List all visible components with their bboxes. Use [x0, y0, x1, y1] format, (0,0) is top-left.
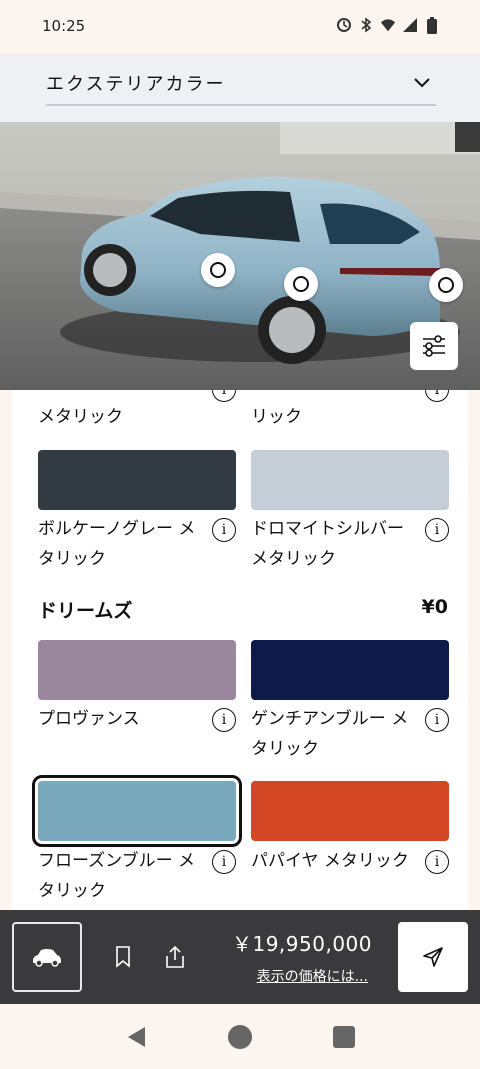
- color-name-partial: リック: [251, 407, 302, 427]
- car-preview-image: [0, 122, 480, 390]
- signal-icon: [402, 16, 418, 34]
- color-name: ドロマイトシルバー メタリック: [251, 519, 404, 569]
- bottom-action-bar: ￥19,950,000 表示の価格には...: [0, 910, 480, 1004]
- sync-icon: [336, 16, 352, 34]
- color-name: パパイヤ メタリック: [251, 851, 409, 871]
- bookmark-button[interactable]: [110, 944, 136, 970]
- info-icon[interactable]: i: [425, 518, 449, 542]
- section-dropdown[interactable]: エクステリアカラー: [46, 66, 436, 106]
- send-button[interactable]: [398, 922, 468, 992]
- car-icon: [33, 949, 61, 967]
- info-icon[interactable]: i: [212, 390, 236, 402]
- sliders-icon: [423, 335, 445, 357]
- status-bar: 10:25: [0, 0, 480, 54]
- color-name: プロヴァンス: [38, 709, 140, 729]
- color-swatch-dolomite-silver[interactable]: [251, 450, 449, 510]
- bluetooth-icon: [358, 16, 374, 34]
- send-icon: [423, 947, 443, 967]
- home-icon[interactable]: [227, 1024, 253, 1050]
- color-swatch-volcano-grey[interactable]: [38, 450, 236, 510]
- hotspot-wheel[interactable]: [284, 267, 318, 301]
- info-icon[interactable]: i: [212, 708, 236, 732]
- color-name: ゲンチアンブルー メタリック: [251, 709, 409, 759]
- dropdown-label: エクステリアカラー: [46, 74, 226, 95]
- hotspot-door[interactable]: [201, 253, 235, 287]
- total-price: ￥19,950,000: [231, 932, 372, 956]
- section-header: エクステリアカラー: [0, 54, 480, 122]
- chevron-down-icon: [414, 78, 430, 88]
- recents-icon[interactable]: [331, 1024, 357, 1050]
- color-name: フローズンブルー メタリック: [38, 851, 196, 901]
- car-view-button[interactable]: [12, 922, 82, 992]
- color-name: ボルケーノグレー メタリック: [38, 519, 196, 569]
- color-swatch-frozen-blue[interactable]: [32, 775, 242, 847]
- system-nav-bar: [0, 1004, 480, 1069]
- info-icon[interactable]: i: [425, 708, 449, 732]
- color-swatch-provence[interactable]: [38, 640, 236, 700]
- wifi-icon: [380, 16, 396, 34]
- info-icon[interactable]: i: [425, 850, 449, 874]
- filter-button[interactable]: [410, 322, 458, 370]
- bookmark-icon: [116, 946, 130, 968]
- back-icon[interactable]: [124, 1024, 150, 1050]
- section-price: ¥0: [421, 596, 448, 618]
- share-icon: [166, 945, 184, 968]
- info-icon[interactable]: i: [425, 390, 449, 402]
- status-time: 10:25: [42, 17, 86, 35]
- price-note-link[interactable]: 表示の価格には...: [257, 966, 368, 986]
- color-swatch-papaya[interactable]: [251, 781, 449, 841]
- color-name-partial: メタリック: [38, 407, 123, 427]
- hotspot-rear[interactable]: [429, 268, 463, 302]
- info-icon[interactable]: i: [212, 850, 236, 874]
- battery-icon: [424, 16, 440, 34]
- info-icon[interactable]: i: [212, 518, 236, 542]
- color-options-panel: メタリック i リック i ボルケーノグレー メタリック i ドロマイトシルバー…: [12, 390, 468, 910]
- share-button[interactable]: [162, 944, 188, 970]
- section-title: ドリームズ: [38, 600, 133, 622]
- color-swatch-gentian-blue[interactable]: [251, 640, 449, 700]
- car-illustration: [0, 122, 480, 390]
